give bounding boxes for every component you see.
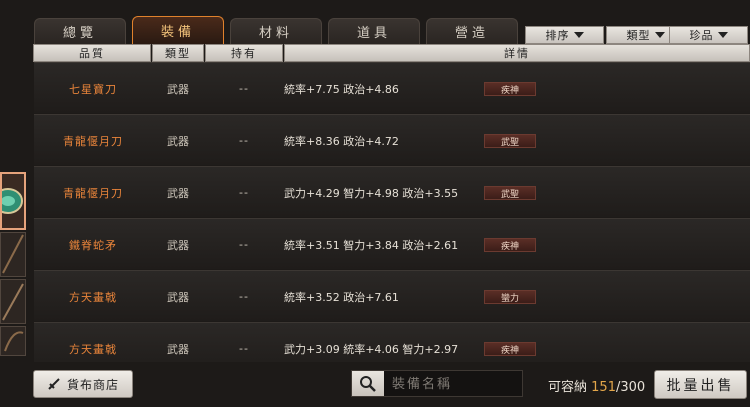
capacity-current: 151 (591, 380, 616, 395)
table-row[interactable]: 青龍偃月刀 武器 -- 武力+4.29 智力+4.98 政治+3.55 武聖 (34, 166, 750, 217)
capacity-readout: 可容納 151/300 (548, 376, 645, 395)
item-skill-badge: 蠻力 (484, 290, 536, 304)
capacity-label: 可容納 (548, 380, 588, 395)
item-skill-badge: 疾神 (484, 238, 536, 252)
item-owned: -- (239, 290, 249, 303)
item-skill-badge: 疾神 (484, 82, 536, 96)
halberd-icon (2, 283, 24, 321)
item-skill-badge: 武聖 (484, 186, 536, 200)
column-details: 詳情 (284, 44, 750, 62)
item-stats: 武力+3.09 統率+4.06 智力+2.97 (284, 342, 459, 356)
item-type: 武器 (167, 290, 189, 304)
item-thumbnail-selected[interactable] (0, 172, 26, 230)
search-input[interactable] (390, 371, 524, 398)
tab-items[interactable]: 道具 (328, 18, 420, 44)
shop-button[interactable]: 貨布商店 (33, 370, 133, 398)
table-row[interactable]: 鐵脊蛇矛 武器 -- 統率+3.51 智力+3.84 政治+2.61 疾神 (34, 218, 750, 269)
item-name: 方天畫戟 (69, 342, 117, 356)
spear-icon (2, 234, 24, 274)
item-stats: 統率+3.52 政治+7.61 (284, 290, 399, 304)
item-stats: 統率+8.36 政治+4.72 (284, 134, 399, 148)
equipment-list: 七星寶刀 武器 -- 統率+7.75 政治+4.86 疾神 青龍偃月刀 武器 -… (34, 62, 750, 362)
category-tabs: 總覽 裝備 材料 道具 營造 (34, 14, 524, 44)
shop-sword-icon (48, 378, 60, 390)
bow-icon (4, 331, 24, 352)
tab-overview[interactable]: 總覽 (34, 18, 126, 44)
item-owned: -- (239, 238, 249, 251)
item-name: 青龍偃月刀 (63, 186, 123, 200)
item-name: 青龍偃月刀 (63, 134, 123, 148)
item-type: 武器 (167, 134, 189, 148)
table-row[interactable]: 青龍偃月刀 武器 -- 統率+8.36 政治+4.72 武聖 (34, 114, 750, 165)
item-name: 方天畫戟 (69, 290, 117, 304)
item-skill-badge: 疾神 (484, 342, 536, 356)
table-row[interactable]: 七星寶刀 武器 -- 統率+7.75 政治+4.86 疾神 (34, 62, 750, 113)
capacity-max: /300 (615, 380, 646, 395)
sort-label: 排序 (545, 29, 570, 42)
table-row[interactable]: 方天畫戟 武器 -- 武力+3.09 統率+4.06 智力+2.97 疾神 (34, 322, 750, 362)
table-header: 品質 類型 持有 詳情 (33, 44, 750, 62)
triangle-down-icon (654, 32, 665, 38)
item-type: 武器 (167, 342, 189, 356)
table-row[interactable]: 方天畫戟 武器 -- 統率+3.52 政治+7.61 蠻力 (34, 270, 750, 321)
sort-dropdown[interactable]: 排序 (525, 26, 604, 44)
item-skill-badge: 武聖 (484, 134, 536, 148)
item-stats: 武力+4.29 智力+4.98 政治+3.55 (284, 186, 459, 200)
tab-equipment[interactable]: 裝備 (132, 16, 224, 44)
column-owned[interactable]: 持有 (205, 44, 283, 62)
rarity-label: 珍品 (689, 29, 714, 42)
item-owned: -- (239, 186, 249, 199)
item-thumbnail[interactable] (0, 326, 26, 356)
item-owned: -- (239, 82, 249, 95)
column-quality[interactable]: 品質 (33, 44, 151, 62)
triangle-down-icon (573, 32, 584, 38)
magnifier-icon[interactable] (352, 371, 384, 396)
item-type: 武器 (167, 238, 189, 252)
item-type: 武器 (167, 82, 189, 96)
jade-disc-icon (0, 188, 23, 214)
item-name: 七星寶刀 (69, 82, 117, 96)
shop-button-label: 貨布商店 (66, 377, 119, 392)
item-thumbnail[interactable] (0, 279, 26, 324)
item-owned: -- (239, 342, 249, 355)
triangle-down-icon (717, 32, 728, 38)
item-owned: -- (239, 134, 249, 147)
tab-construction[interactable]: 營造 (426, 18, 518, 44)
item-thumbnail[interactable] (0, 232, 26, 277)
item-type: 武器 (167, 186, 189, 200)
item-name: 鐵脊蛇矛 (69, 238, 117, 252)
search-box (351, 370, 524, 398)
type-label: 類型 (626, 29, 651, 42)
tab-materials[interactable]: 材料 (230, 18, 322, 44)
bulk-sell-button[interactable]: 批量出售 (654, 370, 747, 399)
item-stats: 統率+7.75 政治+4.86 (284, 82, 399, 96)
item-stats: 統率+3.51 智力+3.84 政治+2.61 (284, 238, 459, 252)
column-type[interactable]: 類型 (152, 44, 204, 62)
rarity-dropdown[interactable]: 珍品 (669, 26, 748, 44)
